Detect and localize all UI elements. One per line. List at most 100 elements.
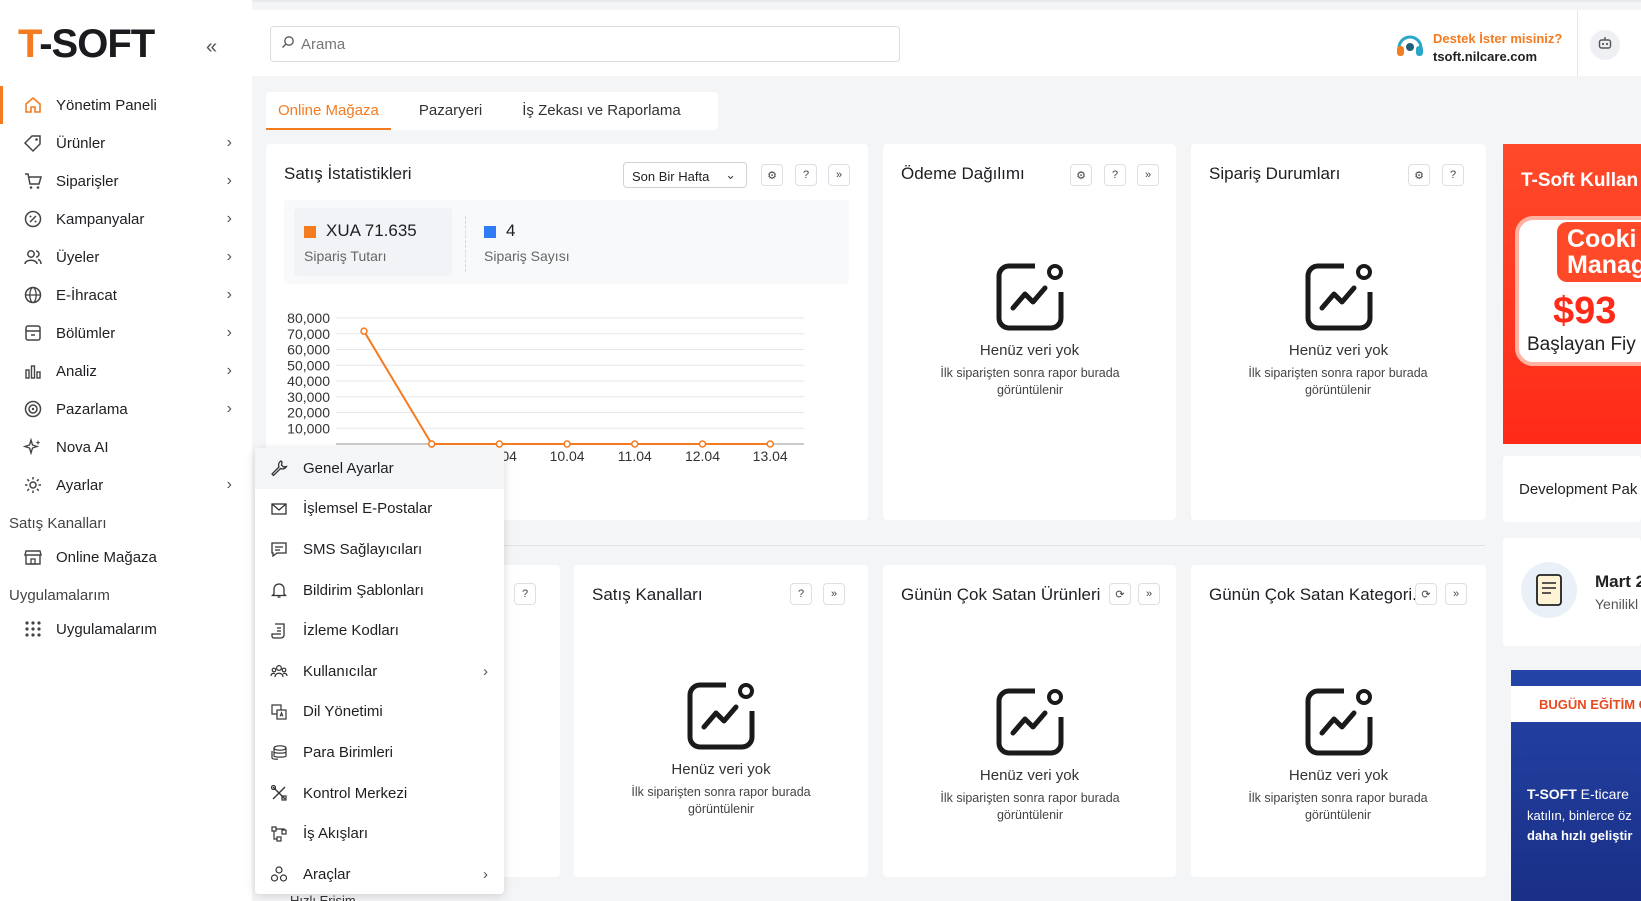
help-button[interactable]: ?: [1442, 164, 1464, 186]
help-button[interactable]: ?: [514, 583, 536, 605]
data-point[interactable]: [563, 440, 571, 448]
card-title: Sipariş Durumları: [1209, 164, 1341, 183]
empty-title: Henüz veri yok: [979, 767, 1080, 784]
robot-icon: [1597, 35, 1613, 56]
promo-line1: T-Soft Kullan: [1521, 170, 1639, 191]
gear-icon: [22, 474, 44, 496]
menu-item-notification-templates[interactable]: Bildirim Şablonları: [255, 570, 504, 611]
menu-item-tracking-codes[interactable]: İzleme Kodları: [255, 610, 504, 651]
sidebar-item-export[interactable]: E-İhracat ›: [0, 276, 252, 314]
refresh-button[interactable]: ⟳: [1109, 583, 1131, 605]
menu-item-transactional-emails[interactable]: İşlemsel E-Postalar: [255, 489, 504, 530]
tab-business-intelligence[interactable]: İş Zekası ve Raporlama: [510, 92, 692, 130]
expand-button[interactable]: »: [1445, 583, 1467, 605]
card-title: Satış Kanalları: [592, 585, 703, 604]
sidebar-item-settings[interactable]: Ayarlar ›: [0, 466, 252, 504]
chevron-right-icon: ›: [226, 324, 232, 341]
data-point[interactable]: [360, 327, 368, 335]
period-select[interactable]: Son Bir Hafta ⌄: [623, 162, 747, 188]
sidebar-item-sections[interactable]: Bölümler ›: [0, 314, 252, 352]
language-icon: [269, 702, 289, 722]
sidebar-item-marketing[interactable]: Pazarlama ›: [0, 390, 252, 428]
education-banner[interactable]: BUGÜN EĞİTİM G T-SOFT E-ticare katılın, …: [1511, 670, 1641, 901]
tab-marketplace[interactable]: Pazaryeri: [407, 92, 494, 130]
period-value: Son Bir Hafta: [632, 169, 710, 184]
menu-item-general-settings[interactable]: Genel Ayarlar: [255, 448, 504, 489]
script-icon: [269, 621, 289, 641]
sidebar-item-online-store[interactable]: Online Mağaza: [0, 538, 252, 576]
data-point[interactable]: [495, 440, 504, 448]
empty-state: Henüz veri yok İlk siparişten sonra rapo…: [883, 687, 1176, 824]
refresh-button[interactable]: ⟳: [1415, 583, 1437, 605]
empty-state: Henüz veri yok İlk siparişten sonra rapo…: [1191, 262, 1486, 399]
empty-chart-icon: [1304, 687, 1374, 757]
y-tick-label: 20,000: [287, 405, 330, 421]
card-title: Ödeme Dağılımı: [901, 164, 1025, 183]
menu-item-label: Genel Ayarlar: [303, 459, 394, 477]
empty-state: Henüz veri yok İlk siparişten sonra rapo…: [883, 262, 1176, 399]
development-package-card[interactable]: Development Pak: [1503, 456, 1641, 522]
sidebar-item-label: Siparişler: [56, 172, 119, 190]
expand-button[interactable]: »: [1137, 164, 1159, 186]
sidebar-item-apps[interactable]: Uygulamalarım: [0, 610, 252, 648]
sidebar-item-campaigns[interactable]: Kampanyalar ›: [0, 200, 252, 238]
march-updates-card[interactable]: Mart 2 Yenilikl: [1503, 538, 1641, 646]
sidebar-item-label: Analiz: [56, 362, 97, 380]
stat-order-amount[interactable]: [294, 208, 452, 276]
globe-icon: [22, 284, 44, 306]
tag-icon: [22, 132, 44, 154]
sidebar-item-products[interactable]: Ürünler ›: [0, 124, 252, 162]
menu-item-workflows[interactable]: İş Akışları: [255, 813, 504, 854]
tools-icon: [269, 783, 289, 803]
menu-item-control-center[interactable]: Kontrol Merkezi: [255, 773, 504, 814]
menu-item-language-management[interactable]: Dil Yönetimi: [255, 692, 504, 733]
sidebar-item-label: Uygulamalarım: [56, 620, 157, 638]
search-input[interactable]: [301, 35, 881, 53]
expand-button[interactable]: »: [828, 164, 850, 186]
sidebar: T-SOFT « Yönetim Paneli Ürünler › Sipari…: [0, 0, 252, 901]
expand-button[interactable]: »: [823, 583, 845, 605]
menu-item-currencies[interactable]: Para Birimleri: [255, 732, 504, 773]
data-point[interactable]: [766, 440, 774, 448]
chevron-right-icon: ›: [483, 865, 488, 883]
collapse-sidebar-icon[interactable]: «: [206, 36, 217, 59]
x-tick-label: 10.04: [550, 448, 585, 464]
sidebar-item-members[interactable]: Üyeler ›: [0, 238, 252, 276]
robot-assistant-button[interactable]: [1590, 30, 1620, 60]
stat-count-label: Sipariş Sayısı: [484, 248, 570, 264]
chevron-right-icon: ›: [226, 172, 232, 189]
help-button[interactable]: ?: [790, 583, 812, 605]
menu-item-tools[interactable]: Araçlar ›: [255, 854, 504, 895]
menu-item-users[interactable]: Kullanıcılar ›: [255, 651, 504, 692]
data-point[interactable]: [427, 440, 436, 448]
logo[interactable]: T-SOFT: [18, 22, 155, 67]
chevron-right-icon: ›: [226, 286, 232, 303]
stat-amount-value: XUA 71.635: [304, 221, 417, 241]
settings-button[interactable]: ⚙: [1408, 164, 1430, 186]
data-point[interactable]: [698, 440, 707, 448]
top-products-card: Günün Çok Satan Ürünleri ⟳ » Henüz veri …: [883, 565, 1176, 877]
header-divider: [1577, 10, 1578, 76]
support-link[interactable]: Destek İster misiniz? tsoft.nilcare.com: [1395, 28, 1562, 67]
discount-icon: [22, 208, 44, 230]
sidebar-menu: Yönetim Paneli Ürünler › Siparişler › Ka…: [0, 86, 252, 648]
sidebar-item-orders[interactable]: Siparişler ›: [0, 162, 252, 200]
menu-item-sms-providers[interactable]: SMS Sağlayıcıları: [255, 529, 504, 570]
expand-button[interactable]: »: [1138, 583, 1160, 605]
empty-title: Henüz veri yok: [671, 761, 771, 778]
help-button[interactable]: ?: [795, 164, 817, 186]
promo-banner[interactable]: T-Soft Kullan CookiManagem $93 Başlayan …: [1503, 144, 1641, 444]
search-box[interactable]: [270, 26, 900, 62]
data-point[interactable]: [631, 440, 639, 448]
settings-button[interactable]: ⚙: [761, 164, 783, 186]
refresh-icon: ⟳: [1421, 588, 1431, 601]
tab-online-store[interactable]: Online Mağaza: [266, 92, 391, 130]
sidebar-item-analysis[interactable]: Analiz ›: [0, 352, 252, 390]
sidebar-item-dashboard[interactable]: Yönetim Paneli: [0, 86, 252, 124]
chevron-right-icon: ›: [226, 362, 232, 379]
section-sales-channels: Satış Kanalları: [9, 515, 107, 532]
help-button[interactable]: ?: [1104, 164, 1126, 186]
sidebar-item-nova-ai[interactable]: Nova AI: [0, 428, 252, 466]
settings-button[interactable]: ⚙: [1070, 164, 1092, 186]
sidebar-item-label: Bölümler: [56, 324, 116, 342]
